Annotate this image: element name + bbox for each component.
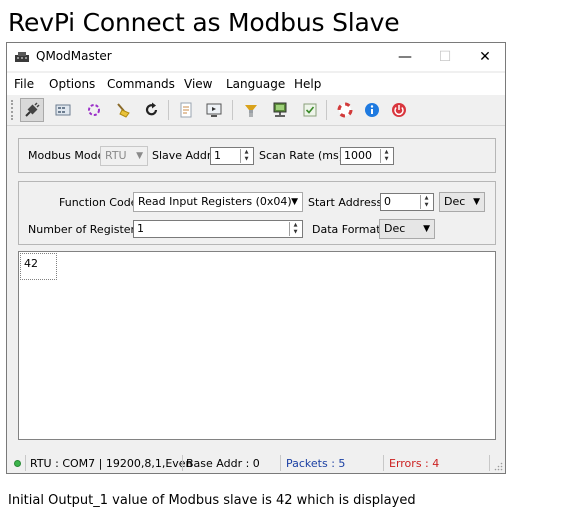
start-address-spinbox[interactable]: 0 ▲ ▼	[380, 193, 434, 211]
resize-grip-icon[interactable]	[494, 462, 503, 471]
modbus-mode-select: RTU ▼	[100, 146, 148, 166]
exit-icon[interactable]	[387, 98, 411, 122]
modbus-mode-value: RTU	[105, 149, 127, 162]
start-address-format-select[interactable]: Dec ▼	[439, 192, 485, 212]
status-separator	[280, 455, 281, 471]
packets-count: Packets : 5	[286, 457, 346, 470]
start-address-format-value: Dec	[444, 195, 466, 208]
qmodmaster-window: QModMaster — ☐ ✕ File Options Commands V…	[6, 42, 506, 474]
app-icon	[15, 52, 29, 62]
network-icon[interactable]	[268, 98, 292, 122]
chevron-down-icon: ▼	[423, 224, 430, 234]
caption-text: Initial Output_1 value of Modbus slave i…	[8, 493, 416, 508]
status-separator	[383, 455, 384, 471]
function-code-value: Read Input Registers (0x04)	[138, 195, 292, 208]
connection-status-led-icon	[14, 460, 21, 467]
close-button[interactable]: ✕	[465, 43, 505, 71]
reset-icon[interactable]	[140, 98, 164, 122]
scan-rate-label: Scan Rate (ms)	[259, 149, 343, 162]
status-bar: RTU : COM7 | 19200,8,1,Even Base Addr : …	[7, 453, 505, 473]
connection-settings-group: Modbus Mode RTU ▼ Slave Addr 1 ▲ ▼ Scan R…	[18, 138, 496, 173]
data-format-value: Dec	[384, 222, 406, 235]
chevron-down-icon: ▼	[473, 197, 480, 207]
log-icon[interactable]	[174, 98, 198, 122]
serial-port-icon[interactable]	[51, 98, 75, 122]
toolbar-grip[interactable]	[11, 100, 16, 120]
slave-addr-value: 1	[214, 149, 221, 162]
num-registers-value: 1	[137, 222, 144, 235]
toolbar-separator	[168, 100, 169, 120]
help-icon[interactable]	[333, 98, 357, 122]
tcp-icon[interactable]	[82, 98, 106, 122]
window-title: QModMaster	[36, 49, 112, 63]
errors-count: Errors : 4	[389, 457, 440, 470]
request-settings-group: Function Code Read Input Registers (0x04…	[18, 181, 496, 245]
data-format-label: Data Format	[312, 223, 381, 236]
function-code-select[interactable]: Read Input Registers (0x04) ▼	[133, 192, 303, 212]
base-address-status: Base Addr : 0	[186, 457, 260, 470]
spin-arrows-icon[interactable]: ▲ ▼	[289, 222, 301, 236]
register-value-cell[interactable]: 42	[20, 253, 57, 280]
maximize-button[interactable]: ☐	[425, 43, 465, 71]
scan-rate-spinbox[interactable]: 1000 ▲ ▼	[340, 147, 394, 165]
about-icon[interactable]	[360, 98, 384, 122]
spin-arrows-icon[interactable]: ▲ ▼	[240, 149, 252, 163]
checkbox-icon[interactable]	[298, 98, 322, 122]
menu-bar: File Options Commands View Language Help	[7, 73, 505, 95]
page-heading: RevPi Connect as Modbus Slave	[8, 8, 400, 37]
num-registers-spinbox[interactable]: 1 ▲ ▼	[133, 220, 303, 238]
menu-options[interactable]: Options	[49, 77, 95, 91]
menu-view[interactable]: View	[184, 77, 212, 91]
data-format-select[interactable]: Dec ▼	[379, 219, 435, 239]
clear-icon[interactable]	[111, 98, 135, 122]
scan-rate-value: 1000	[344, 149, 372, 162]
status-separator	[25, 455, 26, 471]
title-bar: QModMaster — ☐ ✕	[7, 43, 505, 71]
spin-arrows-icon[interactable]: ▲ ▼	[420, 195, 432, 209]
bus-monitor-icon[interactable]	[202, 98, 226, 122]
spin-arrows-icon[interactable]: ▲ ▼	[380, 149, 392, 163]
toolbar-separator	[326, 100, 327, 120]
menu-help[interactable]: Help	[294, 77, 321, 91]
tools-icon[interactable]	[239, 98, 263, 122]
chevron-down-icon: ▼	[291, 197, 298, 207]
toolbar-separator	[232, 100, 233, 120]
status-separator	[182, 455, 183, 471]
chevron-down-icon: ▼	[136, 151, 143, 161]
connect-icon[interactable]	[20, 98, 44, 122]
num-registers-label: Number of Registers	[28, 223, 141, 236]
register-values-view[interactable]: 42	[18, 251, 496, 440]
slave-addr-label: Slave Addr	[152, 149, 212, 162]
start-address-label: Start Address	[308, 196, 383, 209]
menu-file[interactable]: File	[14, 77, 34, 91]
slave-addr-spinbox[interactable]: 1 ▲ ▼	[210, 147, 254, 165]
menu-commands[interactable]: Commands	[107, 77, 175, 91]
function-code-label: Function Code	[59, 196, 138, 209]
menu-language[interactable]: Language	[226, 77, 285, 91]
modbus-mode-label: Modbus Mode	[28, 149, 105, 162]
connection-status: RTU : COM7 | 19200,8,1,Even	[30, 457, 193, 470]
status-separator	[489, 455, 490, 471]
minimize-button[interactable]: —	[385, 43, 425, 71]
toolbar	[7, 95, 505, 126]
start-address-value: 0	[384, 195, 391, 208]
